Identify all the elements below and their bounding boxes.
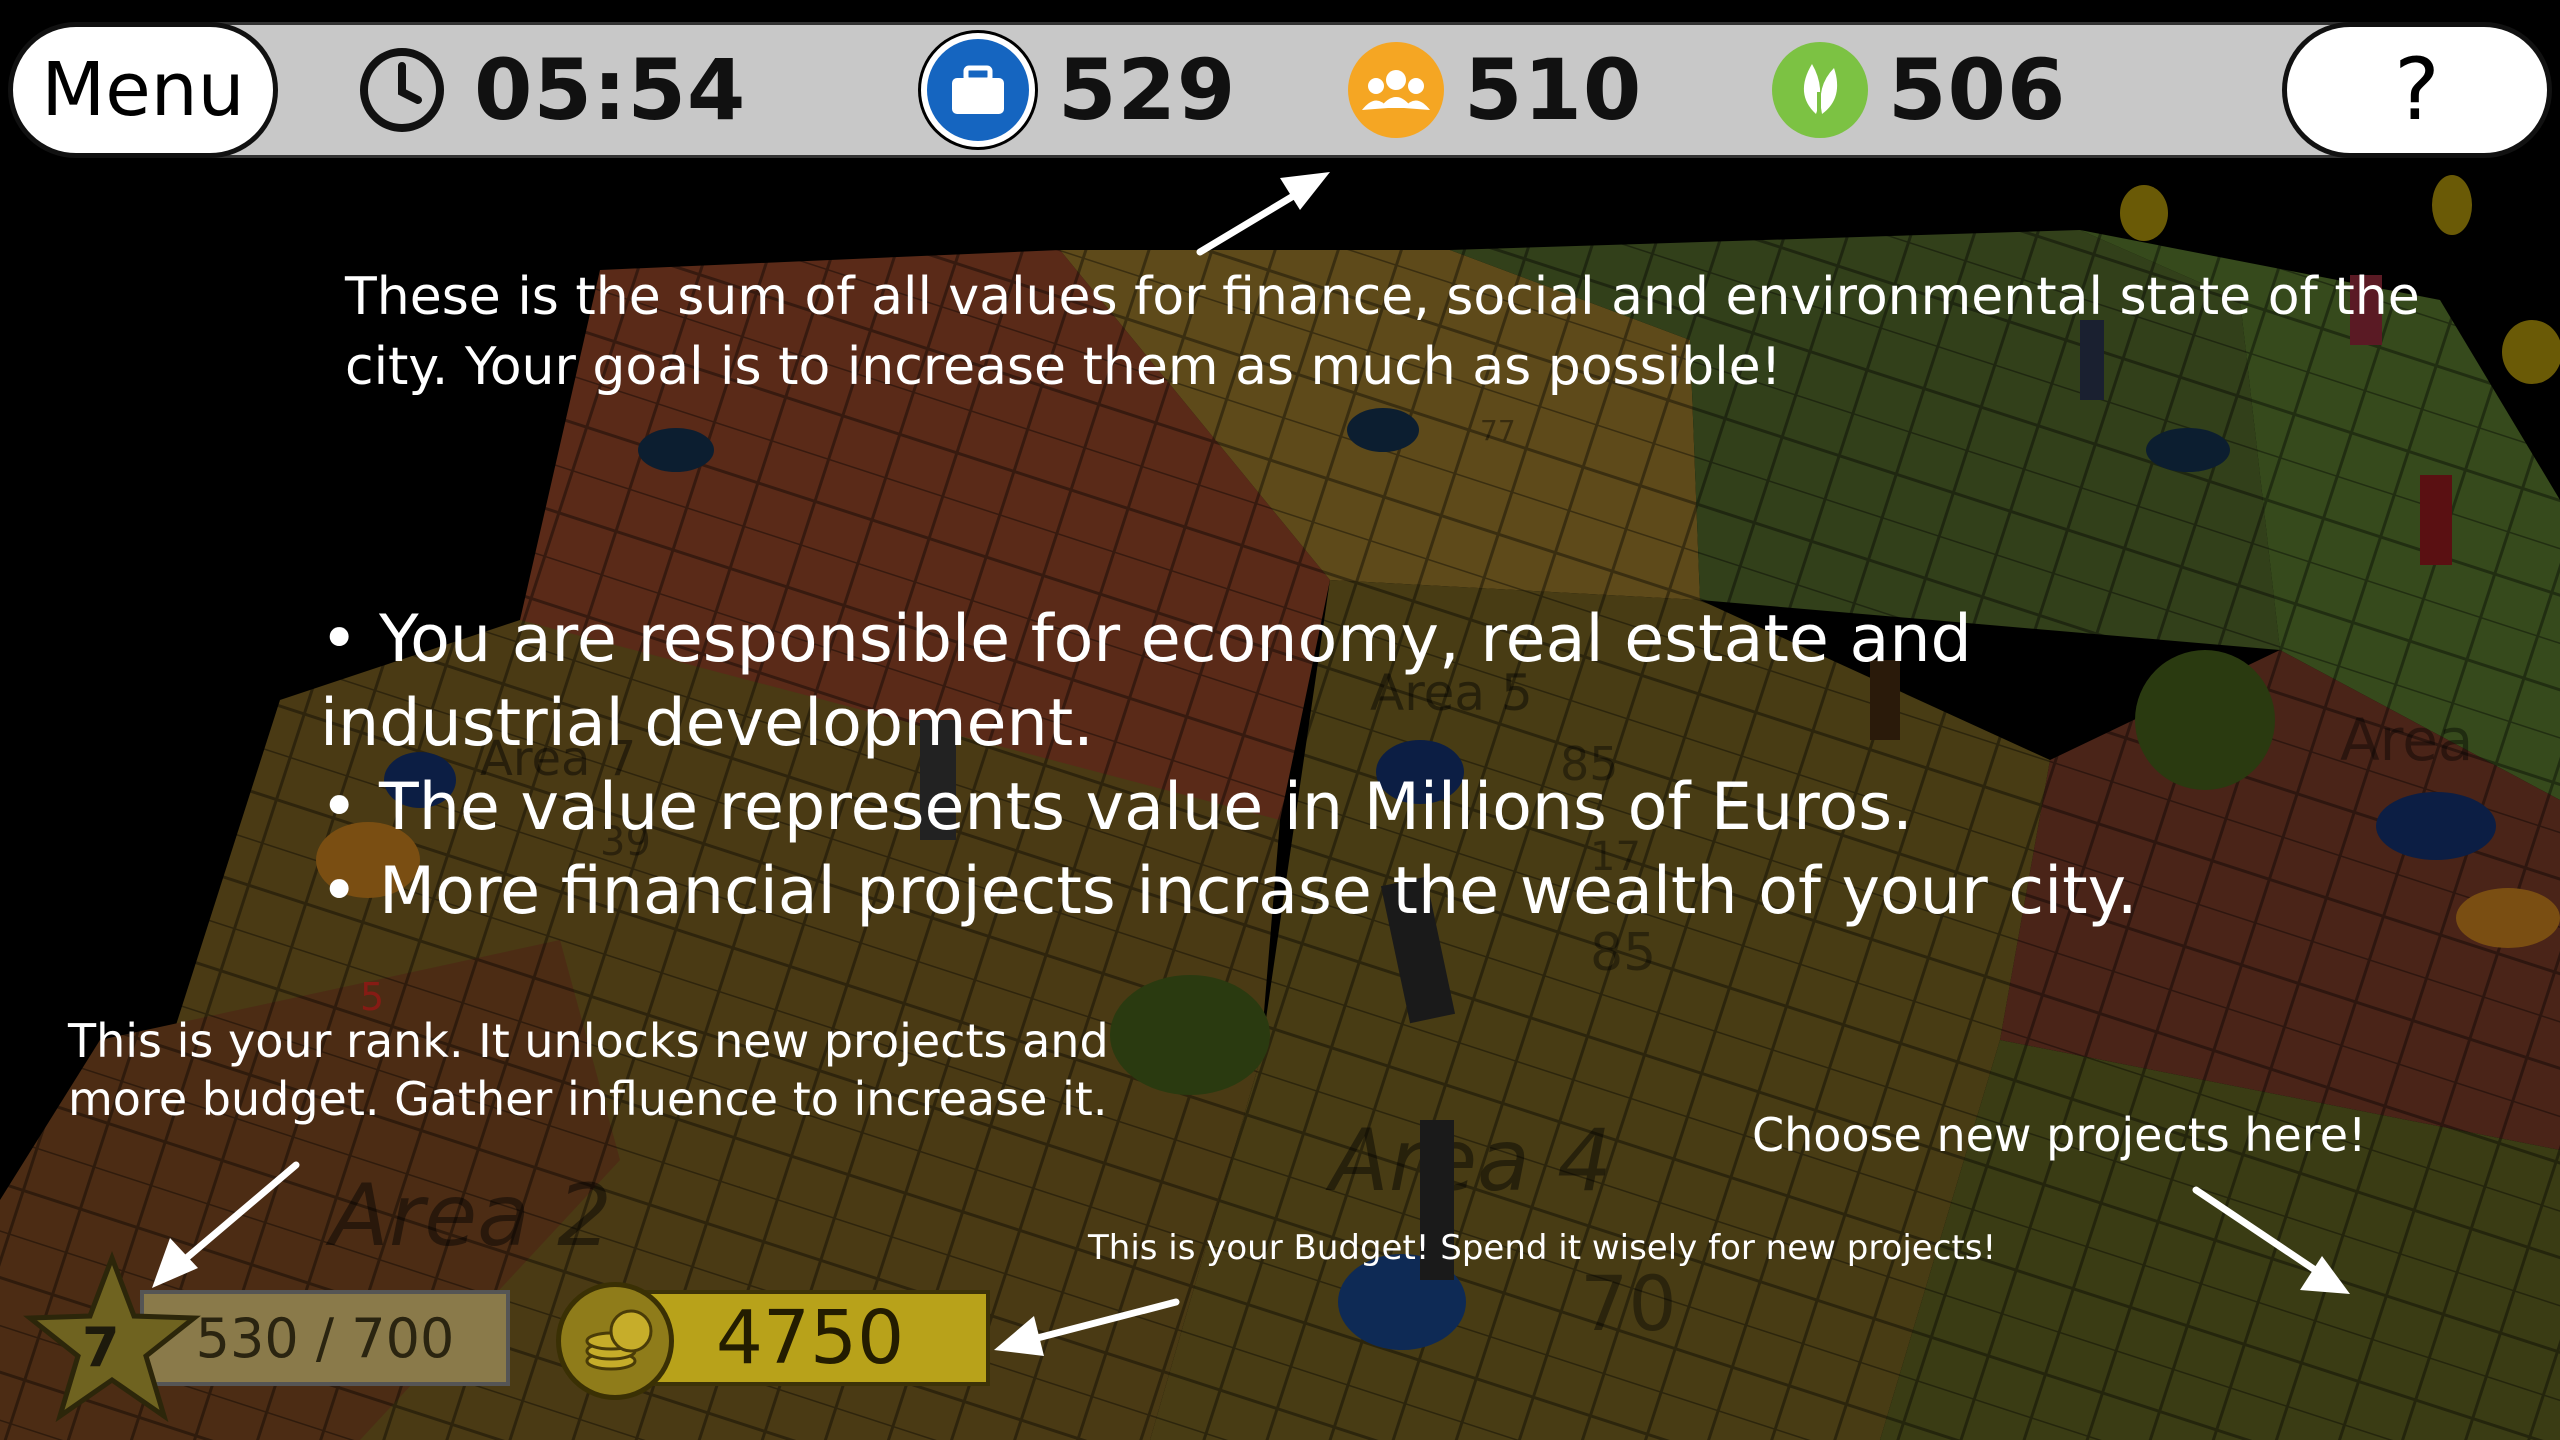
- projects-hint: Choose new projects here!: [1752, 1108, 2367, 1162]
- rank-hint: This is your rank. It unlocks new projec…: [68, 1014, 1109, 1126]
- arrow-to-budget: [994, 1298, 1180, 1356]
- totals-hint: These is the sum of all values for finan…: [345, 267, 2420, 397]
- role-bullet: • The value represents value in Millions…: [320, 770, 1913, 845]
- arrow-to-stats: [1196, 172, 1330, 256]
- influence-progress-value: 530 / 700: [195, 1306, 455, 1370]
- role-description: • You are responsible for economy, real …: [320, 598, 2320, 934]
- budget-bar[interactable]: 4750: [630, 1290, 990, 1386]
- arrow-to-projects: [2192, 1186, 2350, 1294]
- budget-hint: This is your Budget! Spend it wisely for…: [1088, 1228, 1997, 1268]
- role-bullet: • More financial projects incrase the we…: [320, 854, 2138, 929]
- role-bullet: • You are responsible for economy, real …: [320, 602, 1972, 761]
- budget-value: 4750: [715, 1295, 905, 1381]
- coins-icon: [556, 1282, 674, 1400]
- rank-level: 7: [82, 1316, 120, 1379]
